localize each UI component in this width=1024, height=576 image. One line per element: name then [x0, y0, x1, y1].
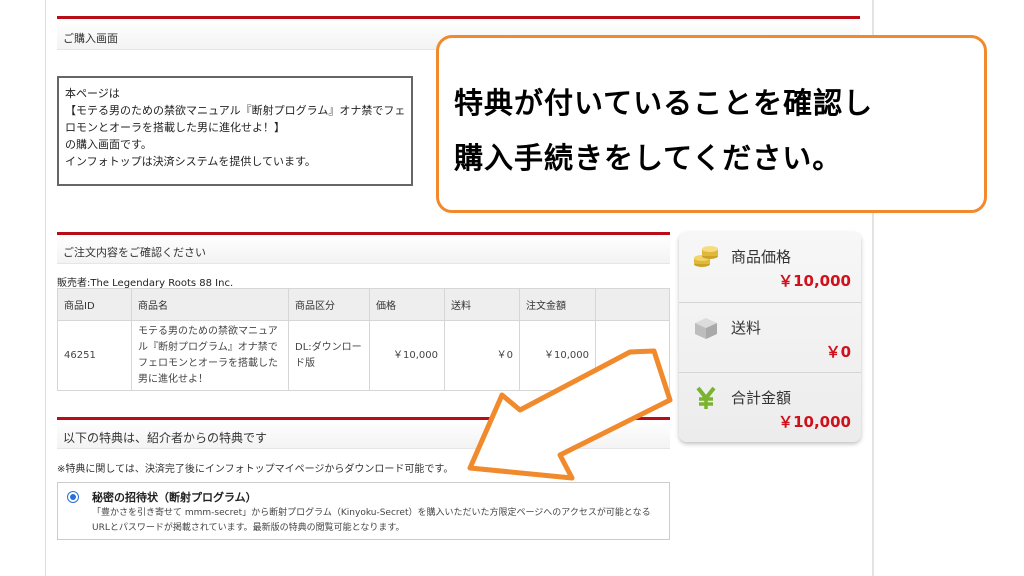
arrow-annotation [467, 348, 673, 481]
